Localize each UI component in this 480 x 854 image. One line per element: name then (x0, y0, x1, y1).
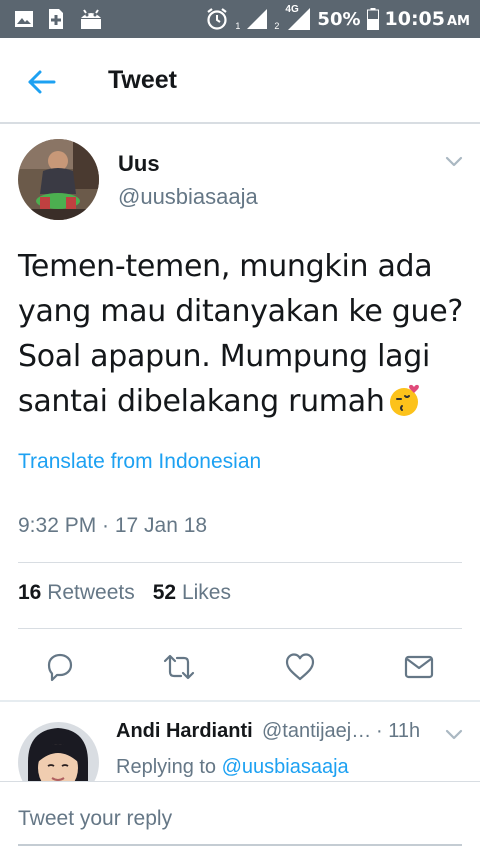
translate-link[interactable]: Translate from Indonesian (18, 450, 261, 474)
system-indicators: 1 2 4G 50% 10:05 AM (205, 4, 470, 32)
clock-time: 10:05 (384, 8, 445, 30)
tweet-text-line-last: santai dibelakang rumah (18, 379, 470, 424)
author-avatar-image (18, 139, 99, 220)
divider (18, 628, 462, 629)
tweet-text-line: Soal apapun. Mumpung lagi (18, 339, 430, 374)
direct-message-button[interactable] (402, 650, 436, 684)
gallery-notification-icon (15, 11, 33, 27)
reply-time: · 11h (376, 720, 421, 742)
chevron-down-icon (445, 729, 463, 740)
retweet-icon (163, 654, 195, 680)
android-notification-icon (81, 9, 101, 29)
author-handle[interactable]: @uusbiasaaja (118, 184, 258, 210)
retweets-label: Retweets (47, 581, 135, 604)
replying-to: Replying to @uusbiasaaja (116, 756, 349, 779)
reply-input-underline (18, 844, 462, 846)
signal-sim1-icon (247, 9, 268, 29)
clock-ampm: AM (447, 14, 470, 29)
like-button[interactable] (283, 650, 317, 684)
clock: 10:05 AM (385, 8, 470, 30)
likes-count: 52 (152, 581, 177, 604)
likes-label: Likes (181, 581, 231, 604)
back-button[interactable] (22, 64, 62, 100)
battery-icon (366, 8, 379, 30)
notification-icons (14, 8, 104, 30)
reply-composer: Tweet your reply (0, 781, 480, 854)
sim2-label: 2 (274, 21, 280, 31)
tweet-timestamp: 9:32 PM · 17 Jan 18 (18, 514, 208, 537)
battery-percent: 50% (317, 8, 361, 30)
like-icon (285, 653, 315, 681)
replying-to-prefix: Replying to (116, 756, 217, 778)
likes-stat[interactable]: 52 Likes (153, 581, 231, 605)
tweet-text-line: Temen-temen, mungkin ada (18, 249, 433, 284)
sim1-label: 1 (235, 21, 241, 31)
divider (18, 562, 462, 563)
section-separator (0, 700, 480, 702)
reply-icon (47, 653, 73, 682)
reply-options-button[interactable] (442, 724, 466, 746)
retweet-button[interactable] (162, 650, 196, 684)
replying-to-link[interactable]: @uusbiasaaja (222, 756, 349, 778)
author-avatar[interactable] (18, 139, 99, 220)
status-bar: 1 2 4G 50% 10:05 AM (0, 0, 480, 38)
tweet-actions (0, 644, 480, 688)
sim-notification-icon (49, 9, 63, 29)
arrow-left-icon (28, 70, 56, 94)
reply-author-handle[interactable]: @tantijaej… (262, 720, 371, 743)
author-name[interactable]: Uus (118, 151, 160, 177)
page-title: Tweet (108, 66, 177, 94)
tweet-text-line: santai dibelakang rumah (18, 384, 385, 419)
tweet-options-button[interactable] (440, 150, 468, 174)
direct-message-icon (404, 655, 434, 679)
signal-sim2: 4G (285, 4, 311, 31)
kissing-face-heart-emoji (389, 384, 419, 416)
tweet-text: Temen-temen, mungkin ada yang mau ditany… (18, 244, 470, 424)
reply-input[interactable]: Tweet your reply (18, 807, 448, 831)
reply-button[interactable] (43, 650, 77, 684)
signal-sim2-icon (288, 8, 311, 30)
chevron-down-icon (445, 156, 463, 167)
app-header: Tweet (0, 38, 480, 124)
retweets-count: 16 (18, 581, 42, 604)
tweet-stats: 16 Retweets 52 Likes (18, 581, 231, 605)
alarm-icon (207, 8, 228, 30)
tweet-text-line: yang mau ditanyakan ke gue? (18, 294, 463, 329)
retweets-stat[interactable]: 16 Retweets (18, 581, 135, 605)
reply-author-name[interactable]: Andi Hardianti (116, 720, 253, 743)
